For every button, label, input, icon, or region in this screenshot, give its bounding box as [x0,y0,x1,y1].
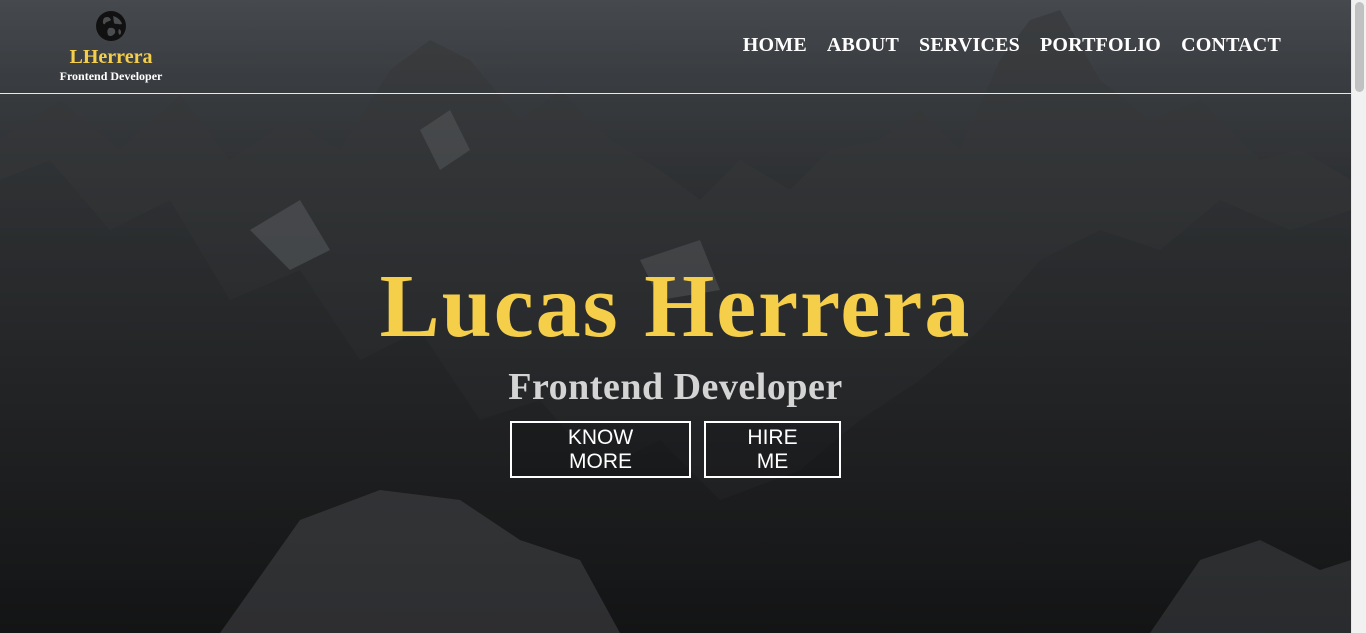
hero-actions: KNOW MORE HIRE ME [0,421,1351,478]
nav-item-about[interactable]: ABOUT [827,34,899,57]
nav-item-contact[interactable]: CONTACT [1181,34,1281,57]
hero-title: Lucas Herrera [379,257,972,356]
page-scrollbar[interactable] [1351,0,1366,633]
brand-role: Frontend Developer [59,69,163,83]
main-nav: HOME ABOUT SERVICES PORTFOLIO CONTACT [743,34,1281,57]
nav-item-home[interactable]: HOME [743,34,807,57]
scrollbar-thumb[interactable] [1355,2,1364,92]
nav-item-services[interactable]: SERVICES [919,34,1020,57]
brand-name: LHerrera [69,46,153,68]
site-header: LHerrera Frontend Developer HOME ABOUT S… [0,0,1351,94]
nav-item-portfolio[interactable]: PORTFOLIO [1040,34,1161,57]
know-more-button[interactable]: KNOW MORE [510,421,691,478]
hero-subtitle: Frontend Developer [508,366,843,408]
hire-me-button[interactable]: HIRE ME [704,421,841,478]
globe-icon [96,11,126,41]
logo[interactable]: LHerrera Frontend Developer [55,10,167,83]
